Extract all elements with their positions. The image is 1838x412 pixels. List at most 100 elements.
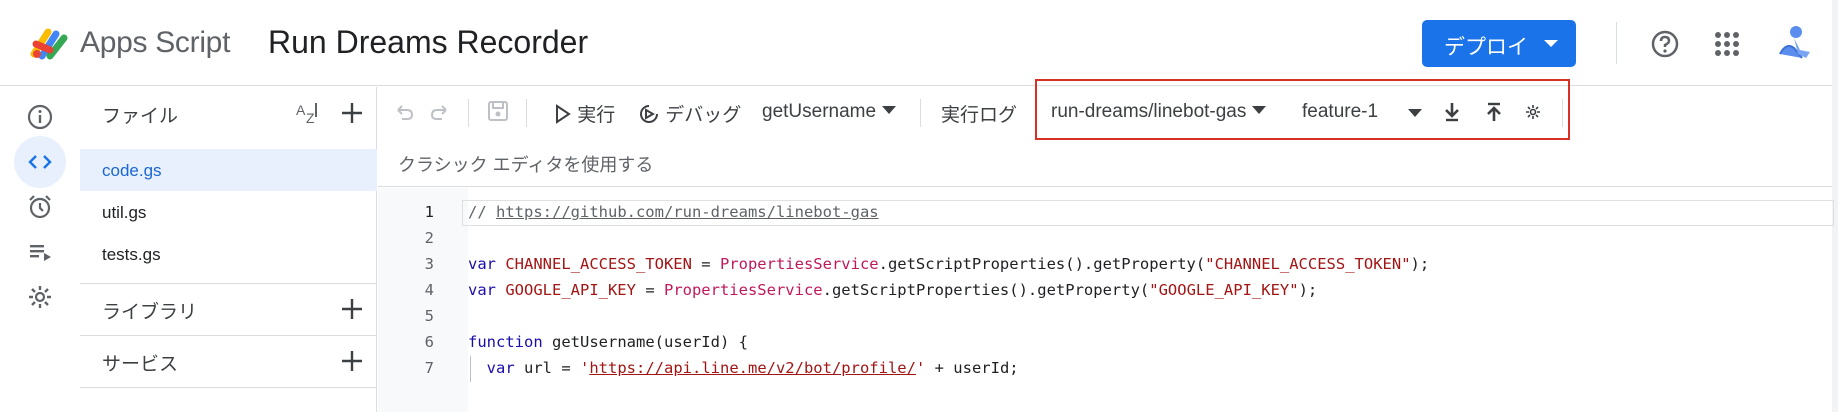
- code-line[interactable]: 3 var CHANNEL_ACCESS_TOKEN = PropertiesSe…: [378, 252, 1832, 278]
- code-token: =: [691, 255, 720, 273]
- code-line[interactable]: 2: [378, 226, 1832, 252]
- left-nav-rail: [0, 87, 80, 412]
- avatar[interactable]: [1772, 20, 1818, 66]
- app-header: Apps Script Run Dreams Recorder デプロイ: [0, 0, 1838, 86]
- services-label: サービス: [102, 354, 179, 375]
- help-icon[interactable]: [1650, 29, 1680, 59]
- code-token: );: [1410, 255, 1430, 273]
- code-line[interactable]: 6 function getUsername(userId) {: [378, 330, 1832, 356]
- function-select-value: getUsername: [762, 101, 877, 122]
- line-number: 5: [424, 307, 434, 325]
- info-icon: [27, 104, 53, 130]
- execution-log-label: 実行ログ: [941, 105, 1018, 126]
- svg-text:Z: Z: [306, 110, 315, 126]
- line-code: var GOOGLE_API_KEY = PropertiesService.g…: [468, 281, 1317, 299]
- files-title: ファイル: [102, 106, 179, 127]
- redo-icon[interactable]: [428, 100, 452, 124]
- code-token: https://github.com/run-dreams/linebot-ga…: [496, 203, 879, 221]
- sort-az-icon[interactable]: A Z: [294, 99, 322, 127]
- code-token: ': [580, 359, 590, 377]
- code-token: ': [915, 359, 926, 377]
- code-token: //: [468, 203, 496, 221]
- toolbar-separator: [1562, 99, 1563, 127]
- deploy-button-label: デプロイ: [1444, 36, 1528, 59]
- execution-log-button[interactable]: 実行ログ: [941, 100, 1017, 127]
- debug-icon: [640, 105, 658, 123]
- header-divider: [1616, 22, 1617, 64]
- code-editor[interactable]: 1 // https://github.com/run-dreams/linebo…: [378, 188, 1834, 412]
- line-number: 2: [424, 229, 434, 247]
- file-item-code-gs[interactable]: code.gs: [80, 149, 377, 191]
- file-item-tests-gs[interactable]: tests.gs: [80, 233, 377, 275]
- section-divider: [80, 387, 377, 388]
- debug-label: デバッグ: [665, 105, 742, 126]
- add-service-icon[interactable]: [338, 347, 366, 375]
- project-title[interactable]: Run Dreams Recorder: [268, 24, 588, 61]
- branch-select[interactable]: feature-1: [1302, 101, 1378, 123]
- chevron-down-icon: [1544, 40, 1558, 47]
- add-library-icon[interactable]: [338, 295, 366, 323]
- deploy-button[interactable]: デプロイ: [1422, 20, 1576, 67]
- line-code: // https://github.com/run-dreams/linebot…: [468, 203, 879, 221]
- code-token: "GOOGLE_API_KEY": [1149, 281, 1299, 299]
- code-token: PropertiesService: [719, 255, 879, 273]
- line-code: function getUsername(userId) {: [468, 333, 748, 351]
- code-token: CHANNEL_ACCESS_TOKEN: [505, 255, 692, 273]
- chevron-down-icon: [1252, 106, 1267, 115]
- code-token: .getScriptProperties().getProperty(: [878, 255, 1206, 273]
- code-token: .getScriptProperties().getProperty(: [822, 281, 1150, 299]
- gear-icon: [29, 286, 51, 308]
- code-line[interactable]: 1 // https://github.com/run-dreams/linebo…: [378, 200, 1834, 226]
- libraries-section: ライブラリ: [80, 284, 377, 334]
- indent-guide: [470, 356, 471, 382]
- files-header: ファイル A Z: [80, 87, 377, 145]
- add-file-icon[interactable]: [338, 99, 366, 127]
- upload-icon[interactable]: [1484, 101, 1504, 123]
- line-code: var url = 'https://api.line.me/v2/bot/pr…: [468, 359, 1019, 377]
- brand-name: Apps Script: [80, 26, 231, 59]
- classic-editor-link[interactable]: クラシック エディタを使用する: [398, 151, 653, 177]
- code-token: getUsername(userId) {: [552, 333, 748, 351]
- svg-text:A: A: [296, 102, 306, 118]
- alarm-icon: [29, 195, 51, 219]
- save-icon[interactable]: [486, 99, 510, 123]
- code-icon: [28, 155, 52, 169]
- code-token: url =: [524, 359, 580, 377]
- toolbar-separator: [468, 99, 469, 127]
- line-number: 7: [424, 359, 434, 377]
- code-line[interactable]: 5: [378, 304, 1832, 330]
- branch-chevron-down-icon[interactable]: [1408, 109, 1422, 117]
- code-line[interactable]: 7 var url = 'https://api.line.me/v2/bot/…: [378, 356, 1832, 382]
- settings-small-icon[interactable]: [1525, 104, 1541, 120]
- rail-settings[interactable]: [14, 271, 66, 323]
- line-number: 1: [424, 203, 434, 221]
- code-line[interactable]: 4 var GOOGLE_API_KEY = PropertiesService.…: [378, 278, 1832, 304]
- file-name: code.gs: [102, 161, 162, 180]
- debug-button[interactable]: デバッグ: [638, 100, 741, 127]
- editor-toolbar: 実行 デバッグ getUsername 実行ログ run-dreams/line…: [378, 79, 1832, 187]
- line-number: 4: [424, 281, 434, 299]
- libraries-label: ライブラリ: [102, 302, 198, 323]
- undo-icon[interactable]: [392, 100, 416, 124]
- repository-select[interactable]: run-dreams/linebot-gas: [1051, 101, 1267, 123]
- toolbar-separator: [920, 99, 921, 127]
- code-token: "CHANNEL_ACCESS_TOKEN": [1205, 255, 1411, 273]
- code-token: function: [468, 333, 552, 351]
- download-icon[interactable]: [1442, 101, 1462, 123]
- line-number: 3: [424, 255, 434, 273]
- executions-icon: [30, 245, 51, 261]
- play-icon: [556, 104, 571, 124]
- apps-script-logo[interactable]: [28, 24, 74, 62]
- run-button[interactable]: 実行: [554, 100, 615, 127]
- chevron-down-icon: [882, 106, 897, 115]
- code-token: =: [635, 281, 664, 299]
- file-item-util-gs[interactable]: util.gs: [80, 191, 377, 233]
- code-token: PropertiesService: [663, 281, 823, 299]
- code-token: https://api.line.me/v2/bot/profile/: [589, 359, 916, 377]
- apps-grid-icon[interactable]: [1714, 31, 1740, 57]
- branch-name: feature-1: [1302, 101, 1379, 122]
- file-name: tests.gs: [102, 245, 161, 264]
- code-token: );: [1298, 281, 1318, 299]
- line-code: var CHANNEL_ACCESS_TOKEN = PropertiesSer…: [468, 255, 1429, 273]
- function-select[interactable]: getUsername: [762, 101, 897, 123]
